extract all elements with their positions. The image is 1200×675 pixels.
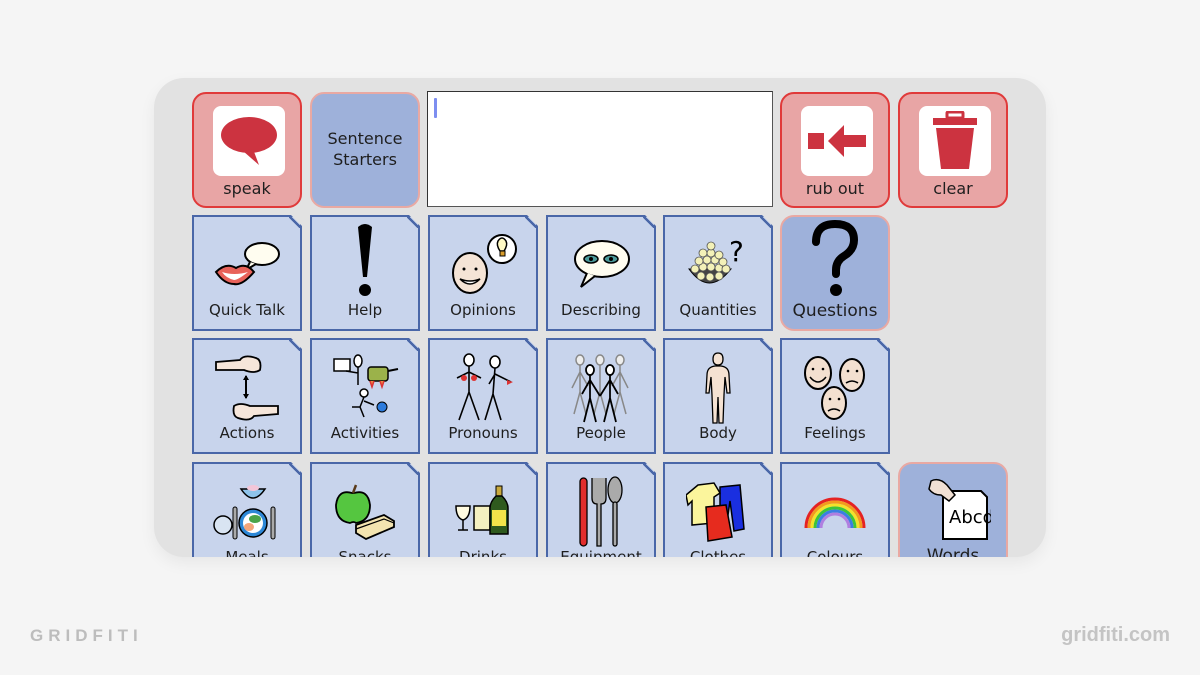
questions-button[interactable]: Questions: [780, 215, 890, 331]
backspace-arrow-icon: [801, 106, 873, 176]
words-button[interactable]: Abcd Words: [898, 462, 1008, 557]
thinking-face-lightbulb-icon: [430, 225, 536, 305]
questions-label: Questions: [792, 301, 878, 321]
sentence-starters-button[interactable]: Sentence Starters: [310, 92, 420, 208]
rub-out-label: rub out: [805, 179, 865, 198]
two-people-pointing-icon: [430, 348, 536, 428]
folder-describing[interactable]: Describing: [546, 215, 656, 331]
exclamation-icon: [312, 221, 418, 301]
group-of-people-icon: [548, 348, 654, 428]
activities-icon: [312, 348, 418, 428]
clear-button[interactable]: clear: [898, 92, 1008, 208]
folder-label: Quick Talk: [209, 301, 285, 319]
folder-label: Body: [699, 424, 737, 442]
folder-label: Drinks: [459, 548, 507, 557]
folder-label: Equipment: [560, 548, 642, 557]
folder-label: Meals: [225, 548, 269, 557]
folder-label: Opinions: [450, 301, 516, 319]
words-label: Words: [926, 546, 980, 557]
human-body-icon: [665, 348, 771, 428]
abcd-card-text: Abcd: [949, 507, 991, 528]
folder-label: Colours: [806, 548, 864, 557]
aac-grid-board: speak Sentence Starters rub out clear Qu…: [154, 78, 1046, 557]
folder-people[interactable]: People: [546, 338, 656, 454]
folder-label: Activities: [330, 424, 400, 442]
apple-sandwich-icon: [312, 472, 418, 552]
eyes-speech-bubble-icon: [548, 225, 654, 305]
folder-help[interactable]: Help: [310, 215, 420, 331]
folder-label: Describing: [561, 301, 641, 319]
folder-colours[interactable]: Colours: [780, 462, 890, 557]
folder-label: Feelings: [804, 424, 866, 442]
folder-label: Pronouns: [448, 424, 518, 442]
message-box[interactable]: [427, 91, 773, 207]
hands-icon: [194, 348, 300, 428]
folder-label: Help: [347, 301, 383, 319]
rub-out-button[interactable]: rub out: [780, 92, 890, 208]
speak-button[interactable]: speak: [192, 92, 302, 208]
folder-body[interactable]: Body: [663, 338, 773, 454]
rainbow-icon: [782, 472, 888, 552]
speech-bubble-icon: [213, 106, 285, 176]
folder-opinions[interactable]: Opinions: [428, 215, 538, 331]
gridfiti-url-watermark: gridfiti.com: [1061, 624, 1170, 646]
plate-cutlery-icon: [194, 472, 300, 552]
folder-activities[interactable]: Activities: [310, 338, 420, 454]
trash-bin-icon: [919, 106, 991, 176]
knife-fork-spoon-icon: [548, 472, 654, 552]
text-caret: [434, 98, 437, 118]
lips-speech-bubble-icon: [194, 225, 300, 305]
folder-label: Snacks: [338, 548, 392, 557]
folder-quick-talk[interactable]: Quick Talk: [192, 215, 302, 331]
folder-label: Actions: [219, 424, 275, 442]
sentence-starters-label: Sentence Starters: [327, 129, 403, 169]
folder-label: Quantities: [679, 301, 757, 319]
folder-equipment[interactable]: Equipment: [546, 462, 656, 557]
speak-label: speak: [223, 179, 271, 198]
folder-meals[interactable]: Meals: [192, 462, 302, 557]
folder-quantities[interactable]: ? Quantities: [663, 215, 773, 331]
glasses-bottle-icon: [430, 472, 536, 552]
bowl-of-balls-question-icon: ?: [665, 225, 771, 305]
svg-text:?: ?: [729, 235, 744, 268]
question-mark-icon: [782, 219, 888, 301]
faces-icon: [782, 348, 888, 428]
folder-actions[interactable]: Actions: [192, 338, 302, 454]
hand-holding-card-icon: Abcd: [900, 472, 1006, 552]
folder-clothes[interactable]: Clothes: [663, 462, 773, 557]
folder-snacks[interactable]: Snacks: [310, 462, 420, 557]
folder-label: People: [576, 424, 626, 442]
gridfiti-brand-watermark: GRIDFITI: [30, 626, 143, 645]
clothes-icon: [665, 472, 771, 552]
folder-label: Clothes: [689, 548, 747, 557]
folder-drinks[interactable]: Drinks: [428, 462, 538, 557]
clear-label: clear: [933, 179, 973, 198]
folder-feelings[interactable]: Feelings: [780, 338, 890, 454]
folder-pronouns[interactable]: Pronouns: [428, 338, 538, 454]
